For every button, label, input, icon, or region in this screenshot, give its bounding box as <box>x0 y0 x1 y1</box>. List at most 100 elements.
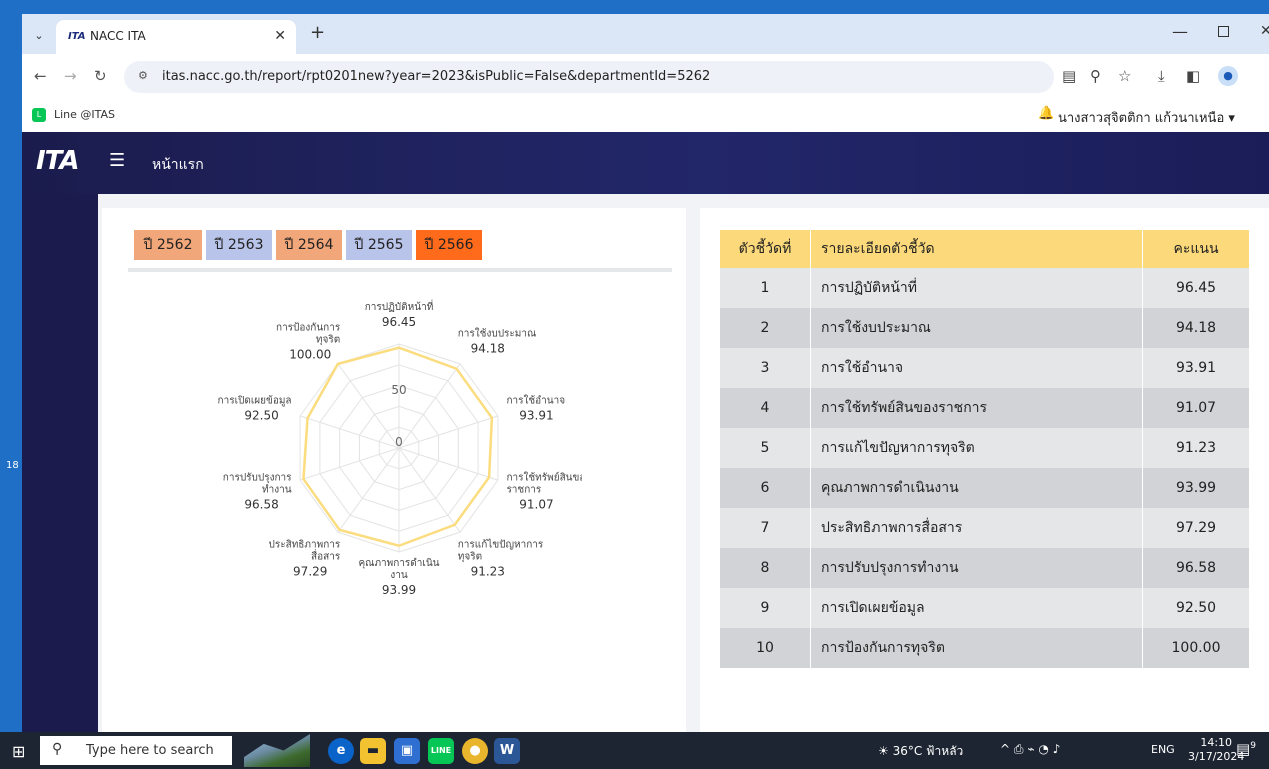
forward-icon[interactable]: → <box>64 67 77 85</box>
search-icon: ⚲ <box>52 741 63 757</box>
browser-toolbar: ← → ↻ ⚙ itas.nacc.go.th/report/rpt0201ne… <box>22 54 1269 100</box>
radar-spoke <box>398 363 461 449</box>
caret-down-icon: ▾ <box>1228 111 1235 126</box>
row-score: 93.91 <box>1142 348 1250 388</box>
url-text[interactable]: itas.nacc.go.th/report/rpt0201new?year=2… <box>162 69 710 84</box>
notification-icon[interactable]: ▤9 <box>1236 740 1256 758</box>
row-number: 6 <box>720 468 811 508</box>
row-score: 91.23 <box>1142 428 1250 468</box>
site-info-icon[interactable]: ⚙ <box>138 69 148 82</box>
windows-start-icon[interactable]: ⊞ <box>12 742 25 761</box>
radar-value-label: 96.58 <box>244 497 278 511</box>
col-header-no: ตัวชี้วัดที่ <box>720 230 811 268</box>
radar-axis-label: ทุจริต <box>316 335 340 346</box>
tray-volume-icon[interactable]: ♪ <box>1053 742 1061 756</box>
menu-icon[interactable]: ☰ <box>109 150 125 171</box>
row-number: 10 <box>720 628 811 668</box>
download-icon[interactable]: ⤓ <box>1158 67 1165 85</box>
ita-logo[interactable]: ITA <box>36 146 80 176</box>
browser-window: ⌄ ITA NACC ITA ✕ + — ✕ ← → ↻ ⚙ itas.nacc… <box>22 14 1269 732</box>
minimize-icon[interactable]: — <box>1172 22 1188 41</box>
radar-axis-label: ทุจริต <box>458 551 482 562</box>
year-tab-2566[interactable]: ปี 2566 <box>416 230 482 260</box>
row-detail: การแก้ไขปัญหาการทุจริต <box>810 428 1143 468</box>
year-tab-2562[interactable]: ปี 2562 <box>134 230 202 260</box>
translate-icon[interactable]: ▤ <box>1062 67 1076 85</box>
window-close-icon[interactable]: ✕ <box>1260 23 1269 39</box>
row-score: 96.58 <box>1142 548 1250 588</box>
maximize-icon[interactable] <box>1218 26 1229 37</box>
profile-icon[interactable]: ● <box>1218 66 1238 86</box>
table-panel: ตัวชี้วัดที่ รายละเอียดตัวชี้วัด คะแนน 1… <box>700 208 1269 732</box>
radar-axis-label: การป้องกันการ <box>276 322 341 334</box>
tray-chevron-icon[interactable]: ^ <box>1000 742 1010 756</box>
radar-axis-label: งาน <box>390 570 407 581</box>
indicator-table: ตัวชี้วัดที่ รายละเอียดตัวชี้วัด คะแนน 1… <box>720 230 1250 668</box>
taskbar-search[interactable]: ⚲ Type here to search <box>40 736 232 765</box>
new-tab-plus-icon[interactable]: + <box>310 22 325 43</box>
word-icon[interactable]: W <box>494 738 520 764</box>
row-detail: การปฏิบัติหน้าที่ <box>810 268 1143 308</box>
year-tab-2565[interactable]: ปี 2565 <box>346 230 412 260</box>
radar-spoke <box>299 415 400 449</box>
tab-close-icon[interactable]: ✕ <box>274 28 286 44</box>
bookmarks-bar: L Line @ITAS 🔔 นางสาวสุจิตติกา แก้วนาเหน… <box>22 100 1269 133</box>
radar-axis-label: การปรับปรุงการ <box>223 472 292 483</box>
file-explorer-icon[interactable]: ▬ <box>360 738 386 764</box>
row-score: 97.29 <box>1142 508 1250 548</box>
search-highlight-image <box>244 734 310 767</box>
row-number: 8 <box>720 548 811 588</box>
radar-value-label: 100.00 <box>289 348 331 362</box>
radar-value-label: 93.91 <box>519 409 553 423</box>
row-number: 1 <box>720 268 811 308</box>
row-detail: การเปิดเผยข้อมูล <box>810 588 1143 628</box>
star-icon[interactable]: ☆ <box>1118 67 1131 85</box>
row-score: 93.99 <box>1142 468 1250 508</box>
address-bar[interactable]: ⚙ itas.nacc.go.th/report/rpt0201new?year… <box>124 61 1054 93</box>
sidepanel-icon[interactable]: ◧ <box>1186 67 1200 85</box>
bell-icon[interactable]: 🔔 <box>1038 106 1054 121</box>
year-tab-2564[interactable]: ปี 2564 <box>276 230 342 260</box>
store-icon[interactable]: ▣ <box>394 738 420 764</box>
bookmark-line-itas[interactable]: Line @ITAS <box>54 108 115 121</box>
tray-app-icon[interactable]: ⎙ <box>1014 742 1024 756</box>
radar-value-label: 91.23 <box>471 564 505 578</box>
table-row: 3 การใช้อำนาจ 93.91 <box>720 348 1250 388</box>
table-row: 5 การแก้ไขปัญหาการทุจริต 91.23 <box>720 428 1250 468</box>
row-number: 3 <box>720 348 811 388</box>
radar-axis-label: การเปิดเผยข้อมูล <box>218 395 292 407</box>
sidebar <box>22 194 98 732</box>
chrome-icon[interactable]: ● <box>462 738 488 764</box>
user-name: นางสาวสุจิตติกา แก้วนาเหนือ <box>1058 111 1225 126</box>
year-tab-2563[interactable]: ปี 2563 <box>206 230 272 260</box>
row-number: 5 <box>720 428 811 468</box>
tab-search-chevron-icon[interactable]: ⌄ <box>28 25 50 47</box>
tab-strip: ⌄ ITA NACC ITA ✕ + — ✕ <box>22 14 1269 54</box>
edge-icon[interactable]: e <box>328 738 354 764</box>
col-header-score: คะแนน <box>1142 230 1250 268</box>
tray-wifi-icon[interactable]: ◔ <box>1038 742 1048 756</box>
line-app-icon[interactable]: LINE <box>428 738 454 764</box>
radar-tick-label: 50 <box>391 383 406 397</box>
reload-icon[interactable]: ↻ <box>94 67 107 85</box>
row-detail: การใช้อำนาจ <box>810 348 1143 388</box>
language-indicator[interactable]: ENG <box>1151 743 1175 756</box>
user-menu[interactable]: นางสาวสุจิตติกา แก้วนาเหนือ ▾ <box>1058 107 1235 128</box>
radar-axis-label: สื่อสาร <box>311 548 341 562</box>
weather-text: 36°C ฟ้าหลัว <box>892 744 964 758</box>
weather-widget[interactable]: ☀ 36°C ฟ้าหลัว <box>878 742 963 761</box>
table-row: 7 ประสิทธิภาพการสื่อสาร 97.29 <box>720 508 1250 548</box>
radar-spoke <box>398 447 499 481</box>
tray-network-icon[interactable]: ⌁ <box>1027 742 1034 756</box>
table-row: 1 การปฏิบัติหน้าที่ 96.45 <box>720 268 1250 308</box>
line-icon: L <box>32 108 46 122</box>
back-icon[interactable]: ← <box>34 67 47 85</box>
radar-chart: 0 50 การปฏิบัติหน้าที่ 96.45 การใช้งบประมาณ 9… <box>218 299 582 597</box>
home-link[interactable]: หน้าแรก <box>152 154 204 176</box>
row-detail: การใช้งบประมาณ <box>810 308 1143 348</box>
row-score: 96.45 <box>1142 268 1250 308</box>
weather-icon: ☀ <box>878 744 889 758</box>
system-tray[interactable]: ^ ⎙ ⌁ ◔ ♪ <box>1000 742 1060 757</box>
zoom-icon[interactable]: ⚲ <box>1090 67 1101 85</box>
tab-nacc-ita[interactable]: ITA NACC ITA ✕ <box>56 20 296 54</box>
